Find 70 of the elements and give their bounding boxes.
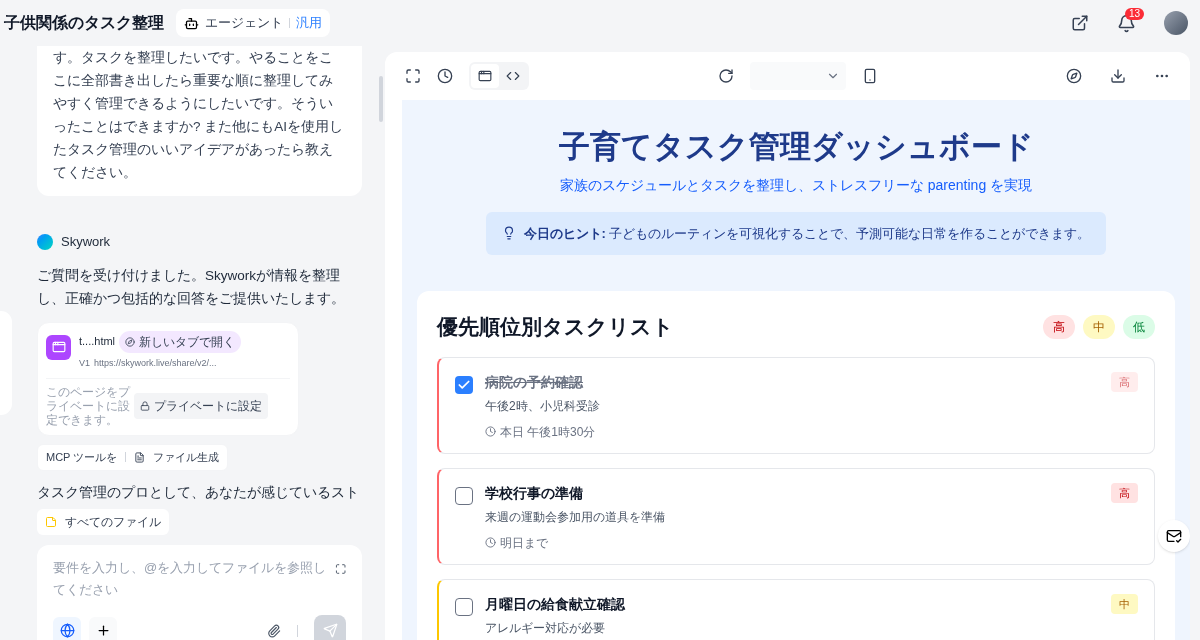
- compass-icon[interactable]: [1066, 68, 1082, 84]
- agent-label: エージェント: [205, 14, 283, 33]
- task-detail: 来週の運動会参加用の道具を準備: [485, 508, 666, 526]
- chat-title: 子供関係のタスク整理: [4, 13, 164, 33]
- fullscreen-icon[interactable]: [405, 68, 421, 84]
- browser-window-icon: [51, 340, 66, 354]
- mail-check-icon: [1166, 528, 1182, 544]
- scrollbar: [379, 76, 383, 122]
- reload-icon[interactable]: [717, 68, 734, 84]
- task-due: 本日 午後1時30分: [500, 423, 596, 441]
- tool-label: ファイル生成: [153, 450, 220, 465]
- open-new-tab-button[interactable]: 新しいタブで開く: [119, 330, 242, 353]
- task-title: 学校行事の準備: [485, 483, 584, 503]
- clock-icon: [485, 426, 496, 437]
- task-checkbox[interactable]: [455, 486, 473, 505]
- priority-tag: 中: [1111, 593, 1138, 614]
- file-name: t....html: [79, 334, 116, 350]
- tool-label: MCP ツールを: [46, 450, 118, 465]
- add-button[interactable]: [89, 616, 117, 640]
- user-avatar[interactable]: [1164, 11, 1188, 35]
- attach-icon[interactable]: [267, 623, 281, 638]
- task-detail: アレルギー対応が必要: [485, 619, 606, 637]
- file-icon: [134, 451, 146, 463]
- notification-count: 13: [1125, 7, 1145, 20]
- agent-badge[interactable]: エージェント 汎用: [176, 9, 330, 37]
- task-checkbox[interactable]: [455, 597, 473, 616]
- lock-icon: [140, 401, 150, 411]
- expand-icon[interactable]: [334, 562, 346, 575]
- note-icon: [45, 515, 57, 528]
- file-version: V1: [79, 356, 90, 370]
- task-list-title: 優先順位別タスクリスト: [437, 314, 675, 340]
- share-icon[interactable]: [1071, 14, 1089, 32]
- code-icon: [506, 69, 520, 83]
- robot-icon: [184, 15, 199, 31]
- preview-tab[interactable]: [471, 64, 499, 88]
- task-detail: 午後2時、小児科受診: [485, 397, 601, 415]
- priority-tag: 高: [1111, 371, 1138, 392]
- streaming-text: タスク管理のプロとして、あなたが感じているスト: [37, 483, 360, 502]
- task-title: 病院の予約確認: [485, 372, 584, 392]
- priority-filter-chip[interactable]: 低: [1123, 314, 1155, 339]
- file-card[interactable]: t....html 新しいタブで開く V1 https://skywork.live/share/v2/... このページをプライベートに設定できます。 プライベートに設定: [37, 321, 299, 436]
- input-placeholder: 要件を入力し、@を入力してファイルを参照してください: [53, 558, 328, 599]
- plus-icon: [95, 623, 111, 639]
- dashboard-title: 子育てタスク管理ダッシュボード: [558, 128, 1034, 166]
- globe-icon: [59, 623, 75, 639]
- priority-filter-chip[interactable]: 中: [1083, 314, 1115, 339]
- task-due: 明日まで: [500, 534, 548, 552]
- task-checkbox[interactable]: [455, 375, 473, 394]
- privacy-note: このページをプライベートに設定できます。: [46, 385, 130, 427]
- download-icon[interactable]: [1110, 68, 1126, 84]
- browser-window-icon: [478, 69, 492, 83]
- priority-tag: 高: [1111, 482, 1138, 503]
- file-url: https://skywork.live/share/v2/...: [94, 356, 217, 370]
- task-title: 月曜日の給食献立確認: [485, 594, 626, 614]
- all-files-button[interactable]: すべてのファイル: [37, 508, 169, 535]
- set-private-button[interactable]: プライベートに設定: [134, 393, 268, 419]
- send-icon: [322, 623, 338, 639]
- hint-text: 今日のヒント: 子どものルーティンを可視化することで、予測可能な日常を作ることができます。: [523, 224, 1091, 243]
- user-message: す。タスクを整理したいです。やることをここに全部書き出したら重要な順に整理してみやすく管理できるようにしたいです。そういったことはできますか? また他にもAIを使用したタスク管理のいいアイデアがあったら教えてください。: [37, 46, 362, 196]
- clock-icon: [485, 537, 496, 548]
- compass-icon: [125, 336, 136, 347]
- agent-type: 汎用: [296, 14, 322, 33]
- priority-filter-chip[interactable]: 高: [1043, 314, 1075, 339]
- dashboard-subtitle: 家族のスケジュールとタスクを整理し、ストレスフリーな parenting を実現: [559, 175, 1033, 195]
- history-icon[interactable]: [437, 68, 453, 84]
- assistant-message: ご質問を受け付けました。Skyworkが情報を整理し、正確かつ包括的な回答をご提供いたします。: [37, 266, 346, 308]
- skywork-logo-icon: [37, 233, 53, 250]
- web-search-button[interactable]: [53, 616, 81, 640]
- assistant-name: Skywork: [61, 233, 111, 251]
- feedback-button[interactable]: [1158, 520, 1190, 552]
